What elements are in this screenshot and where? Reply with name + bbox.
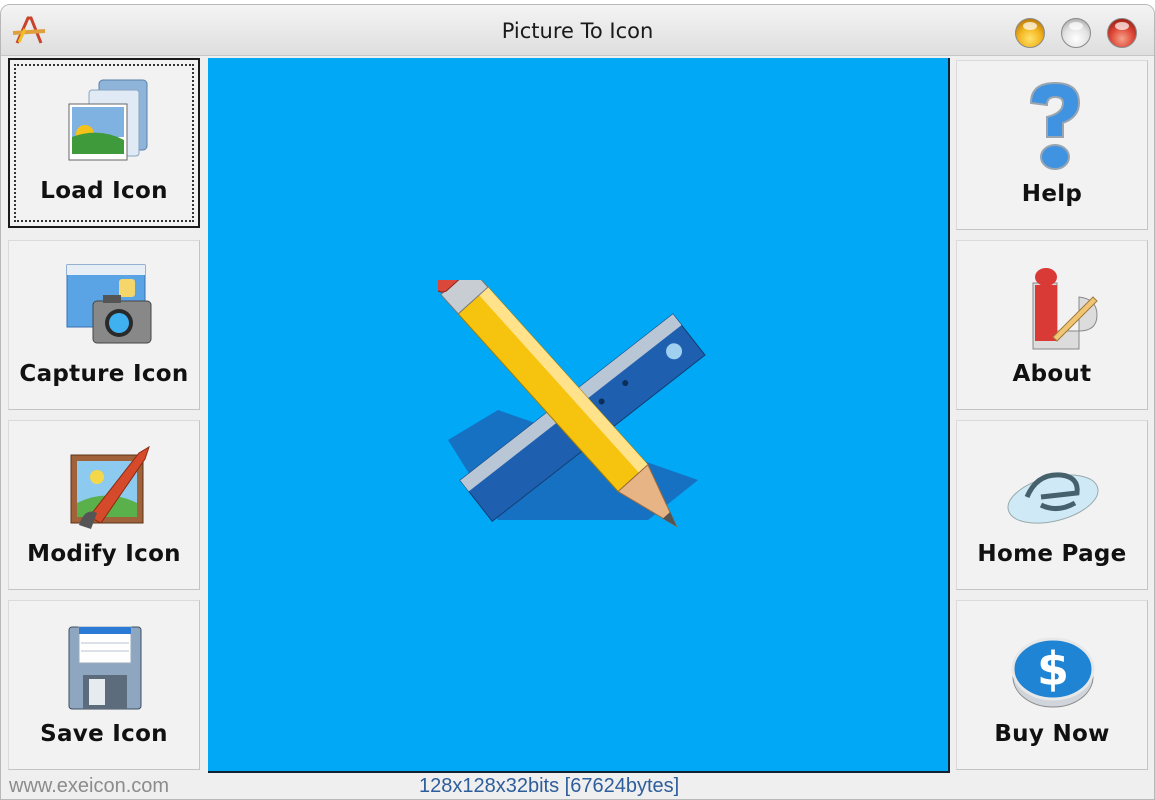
app-window: Picture To Icon Load Icon Capture Icon M… xyxy=(0,4,1155,800)
about-button[interactable]: About xyxy=(956,240,1148,410)
svg-text:$: $ xyxy=(1037,642,1069,696)
modify-icon-button[interactable]: Modify Icon xyxy=(8,420,200,590)
icon-preview-canvas[interactable] xyxy=(208,58,950,773)
save-icon-button[interactable]: Save Icon xyxy=(8,600,200,770)
buy-now-label: Buy Now xyxy=(994,721,1110,747)
image-info-status: 128x128x32bits [67624bytes] xyxy=(419,775,680,797)
title-bar[interactable]: Picture To Icon xyxy=(1,5,1154,56)
close-button[interactable] xyxy=(1107,18,1137,48)
floppy-disk-icon xyxy=(68,626,142,710)
internet-explorer-icon xyxy=(1007,472,1099,524)
capture-icon-label: Capture Icon xyxy=(19,361,189,387)
camera-icon xyxy=(66,264,152,344)
load-pictures-icon xyxy=(68,79,148,161)
window-title: Picture To Icon xyxy=(501,19,654,43)
pencil-and-ruler-icon xyxy=(438,280,706,528)
buy-now-button[interactable]: $ Buy Now xyxy=(956,600,1148,770)
load-icon-label: Load Icon xyxy=(40,178,168,204)
dollar-coin-icon: $ xyxy=(1011,637,1095,708)
about-label: About xyxy=(1012,361,1092,387)
paintbrush-picture-icon xyxy=(70,445,150,529)
zoom-button[interactable] xyxy=(1061,18,1091,48)
website-link[interactable]: www.exeicon.com xyxy=(9,775,169,798)
capture-icon-button[interactable]: Capture Icon xyxy=(8,240,200,410)
minimize-button[interactable] xyxy=(1015,18,1045,48)
load-icon-button[interactable]: Load Icon xyxy=(8,58,200,228)
help-label: Help xyxy=(1021,181,1083,207)
info-pencil-icon xyxy=(1032,268,1098,350)
modify-icon-label: Modify Icon xyxy=(27,541,181,567)
help-button[interactable]: Help xyxy=(956,60,1148,230)
save-icon-label: Save Icon xyxy=(40,721,168,747)
question-mark-icon xyxy=(1029,81,1081,170)
home-page-button[interactable]: Home Page xyxy=(956,420,1148,590)
home-page-label: Home Page xyxy=(977,541,1127,567)
